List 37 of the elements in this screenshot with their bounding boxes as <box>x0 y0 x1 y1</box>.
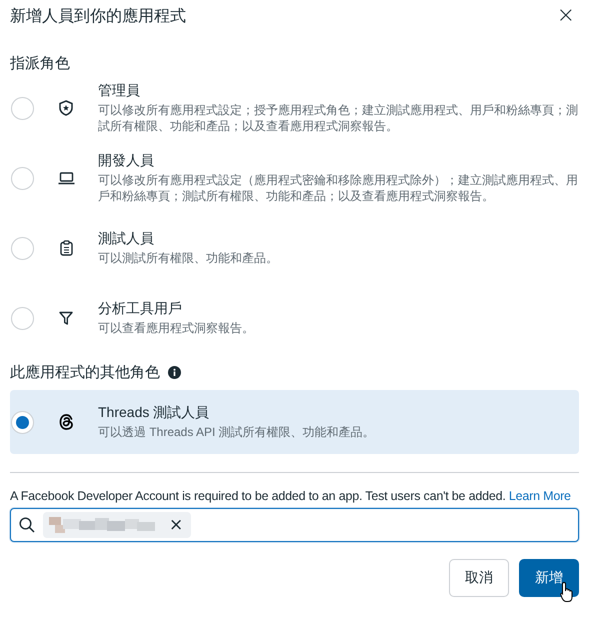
role-description: 可以修改所有應用程式設定（應用程式密鑰和移除應用程式除外）；建立測試應用程式、用戶和粉絲專頁；測試所有權限、功能和產品；以及查看應用程式洞察報告。 <box>98 172 579 204</box>
role-name: 測試人員 <box>98 230 155 248</box>
radio-button[interactable] <box>11 306 34 330</box>
role-option[interactable]: 分析工具用戶 可以查看應用程式洞察報告。 <box>10 291 579 345</box>
remove-chip-button[interactable]: × <box>167 516 186 534</box>
role-name: 分析工具用戶 <box>98 300 183 318</box>
radio-button[interactable] <box>11 236 34 260</box>
role-description: 可以測試所有權限、功能和產品。 <box>98 250 278 266</box>
search-icon <box>19 517 35 533</box>
laptop-icon <box>58 172 74 184</box>
cancel-button[interactable]: 取消 <box>449 559 509 597</box>
close-button[interactable]: × <box>552 5 579 27</box>
role-description: 可以修改所有應用程式設定；授予應用程式角色；建立測試應用程式、用戶和粉絲專頁；測試所有權限、功能和產品；以及查看應用程式洞察報告。 <box>98 102 579 134</box>
role-option[interactable]: 管理員 可以修改所有應用程式設定；授予應用程式角色；建立測試應用程式、用戶和粉絲專頁；測試所有權限、功能和產品；以及查看應用程式洞察報告。 <box>10 81 579 135</box>
role-description: 可以透過 Threads API 測試所有權限、功能和產品。 <box>98 424 375 440</box>
role-option[interactable]: 測試人員 可以測試所有權限、功能和產品。 <box>10 221 579 275</box>
info-icon[interactable] <box>168 366 181 379</box>
role-name: Threads 測試人員 <box>98 404 210 422</box>
role-description: 可以查看應用程式洞察報告。 <box>98 320 254 336</box>
section-heading: 此應用程式的其他角色 <box>10 363 160 382</box>
section-heading: 指派角色 <box>10 54 70 73</box>
shield-icon <box>59 100 73 116</box>
dialog-title: 新增人員到你的應用程式 <box>10 6 186 26</box>
funnel-icon <box>59 311 73 325</box>
account-requirement-note: A Facebook Developer Account is required to be added to an app. Test users can't be added. Learn More <box>10 489 571 503</box>
role-name: 管理員 <box>98 82 141 100</box>
threads-icon <box>58 414 74 430</box>
radio-button[interactable] <box>11 410 34 434</box>
role-name: 開發人員 <box>98 152 155 170</box>
search-field[interactable]: × <box>10 508 579 542</box>
role-option[interactable]: 開發人員 可以修改所有應用程式設定（應用程式密鑰和移除應用程式除外）；建立測試應用程式、用戶和粉絲專頁；測試所有權限、功能和產品；以及查看應用程式洞察報告。 <box>10 151 579 205</box>
selected-role-option[interactable]: Threads 測試人員 可以透過 Threads API 測試所有權限、功能和產品。 <box>10 390 579 454</box>
radio-button[interactable] <box>11 96 34 120</box>
clipboard-icon <box>60 240 72 256</box>
radio-button[interactable] <box>11 166 34 190</box>
add-button[interactable]: 新增 <box>519 559 579 597</box>
learn-more-link[interactable]: Learn More <box>508 489 571 503</box>
